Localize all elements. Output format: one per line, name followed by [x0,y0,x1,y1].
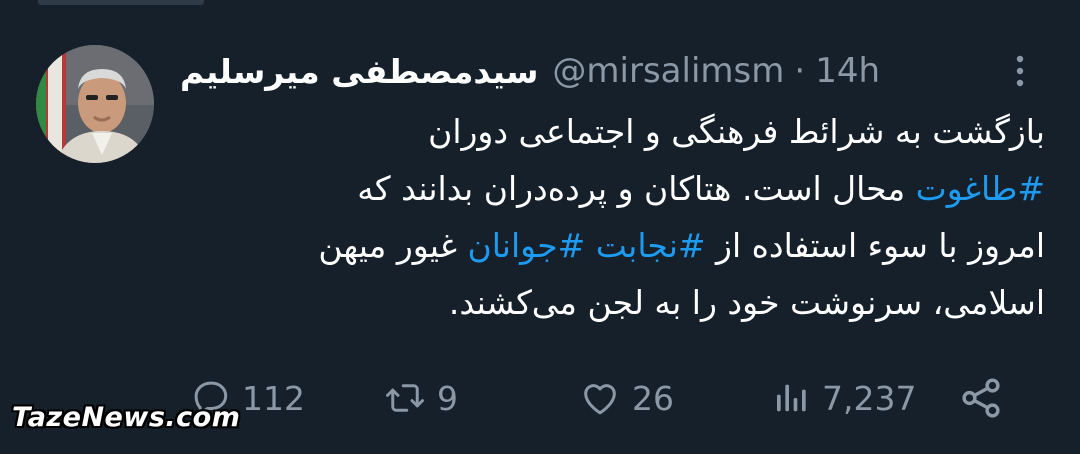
reply-count: 112 [242,378,305,418]
tweet-header: سیدمصطفی میرسلیم @mirsalimsm · 14h [180,48,950,94]
tweet-line-2: #طاغوت محال است. هتاکان و پرده‌دران بدان… [180,160,1045,217]
tweet-line-3-start: امروز با سوء استفاده از [705,226,1045,265]
retweet-count: 9 [437,378,458,418]
hashtag-link[interactable]: #جوانان [468,226,586,265]
tweet[interactable]: سیدمصطفی میرسلیم @mirsalimsm · 14h بازگش… [0,0,1080,454]
hashtag-link[interactable]: #طاغوت [916,169,1045,208]
like-button[interactable]: 26 [578,370,674,426]
retweet-button[interactable]: 9 [383,370,458,426]
more-options-button[interactable] [1008,54,1032,88]
display-name[interactable]: سیدمصطفی میرسلیم [180,52,538,91]
tweet-line-2-text: محال است. هتاکان و پرده‌دران بدانند که [357,169,916,208]
views-button[interactable]: 7,237 [772,370,916,426]
share-icon [958,375,1004,421]
views-count: 7,237 [822,378,917,418]
tweet-line-3: امروز با سوء استفاده از #نجابت #جوانان غ… [180,217,1045,274]
share-button[interactable] [958,370,1004,426]
user-handle[interactable]: @mirsalimsm [552,51,784,91]
watermark: TazeNews.com [12,402,241,433]
more-vertical-icon [1008,55,1032,92]
heart-icon [578,377,622,419]
tweet-line-1: بازگشت به شرائط فرهنگی و اجتماعی دوران [428,112,1045,151]
views-chart-icon [772,377,812,419]
separator-dot: · [794,51,806,91]
timestamp[interactable]: 14h [815,51,880,91]
avatar[interactable] [36,45,154,163]
tweet-text: بازگشت به شرائط فرهنگی و اجتماعی دوران #… [180,103,1045,331]
like-count: 26 [632,378,674,418]
tweet-line-3-end: غیور میهن [318,226,468,265]
retweet-icon [383,377,427,419]
hashtag-link[interactable]: #نجابت [596,226,706,265]
tweet-line-4: اسلامی، سرنوشت خود را به لجن می‌کشند. [448,283,1045,322]
